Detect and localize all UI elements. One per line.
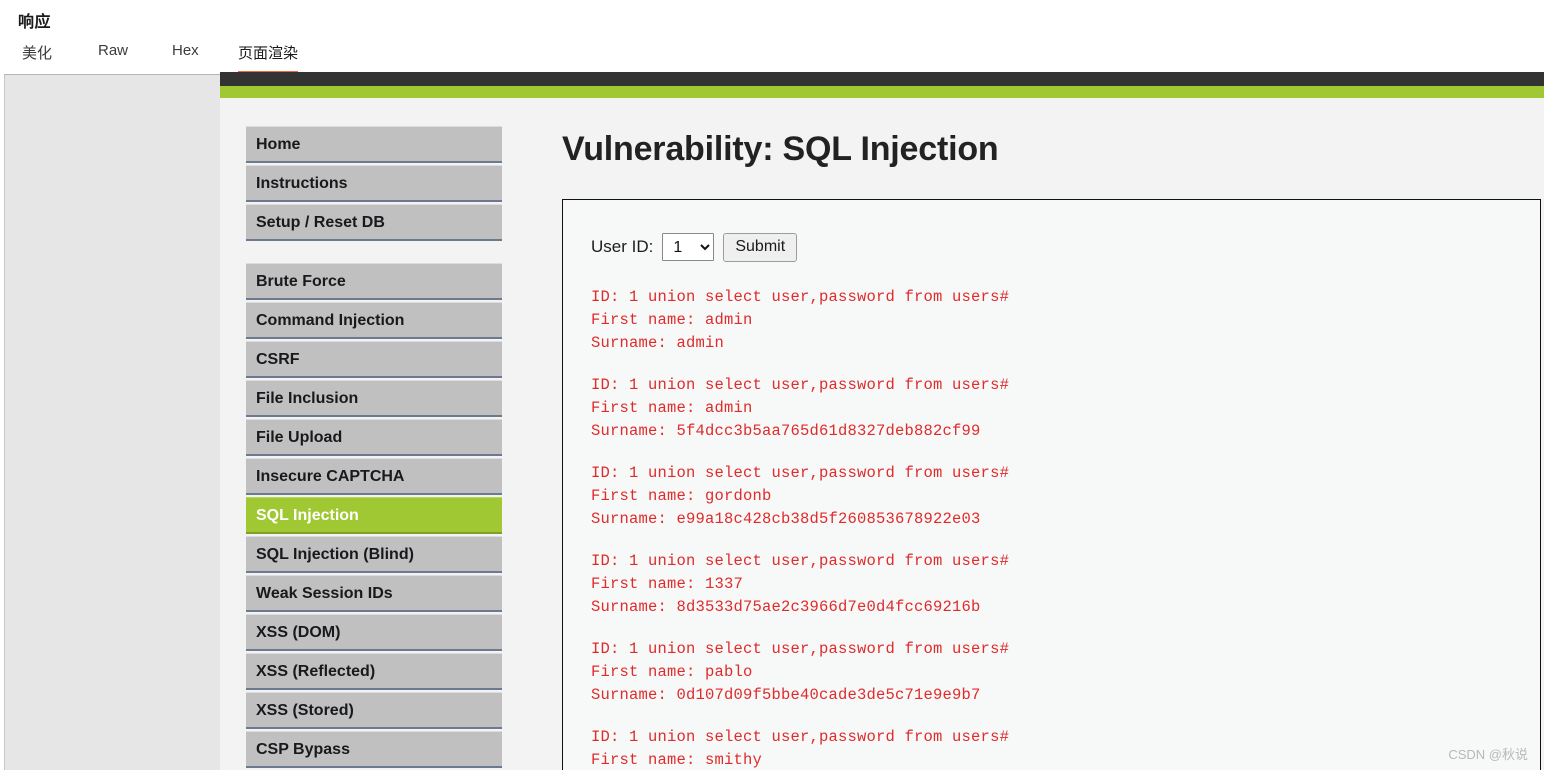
result-first-name-line: First name: admin bbox=[591, 311, 753, 329]
result-first-name-line: First name: 1337 bbox=[591, 575, 744, 593]
response-tabstrip: 美化 Raw Hex 页面渲染 bbox=[0, 42, 1544, 74]
result-id-line: ID: 1 union select user,password from us… bbox=[591, 288, 1010, 306]
result-block: ID: 1 union select user,password from us… bbox=[591, 638, 1540, 707]
menu-group-vulnerabilities: Brute Force Command Injection CSRF File … bbox=[246, 263, 502, 768]
sidebar-item-file-upload[interactable]: File Upload bbox=[246, 419, 502, 456]
user-id-select[interactable]: 12345 bbox=[662, 233, 715, 261]
sidebar-item-xss-reflected[interactable]: XSS (Reflected) bbox=[246, 653, 502, 690]
sidebar-item-insecure-captcha[interactable]: Insecure CAPTCHA bbox=[246, 458, 502, 495]
result-id-line: ID: 1 union select user,password from us… bbox=[591, 376, 1010, 394]
dvwa-header-bar bbox=[220, 72, 1544, 86]
split-area: Home Instructions Setup / Reset DB Brute… bbox=[0, 72, 1544, 773]
tab-page-render[interactable]: 页面渲染 bbox=[238, 42, 299, 74]
left-empty-pane bbox=[4, 74, 220, 773]
sidebar-item-sql-injection-blind[interactable]: SQL Injection (Blind) bbox=[246, 536, 502, 573]
result-surname-line: Surname: 8d3533d75ae2c3966d7e0d4fcc69216… bbox=[591, 598, 981, 616]
sidebar-item-brute-force[interactable]: Brute Force bbox=[246, 263, 502, 300]
sidebar-item-weak-session-ids[interactable]: Weak Session IDs bbox=[246, 575, 502, 612]
user-id-form: User ID: 12345 Submit bbox=[591, 232, 1540, 262]
sidebar-item-command-injection[interactable]: Command Injection bbox=[246, 302, 502, 339]
sidebar-item-home[interactable]: Home bbox=[246, 126, 502, 163]
result-surname-line: Surname: e99a18c428cb38d5f260853678922e0… bbox=[591, 510, 981, 528]
result-block: ID: 1 union select user,password from us… bbox=[591, 726, 1540, 773]
tab-raw[interactable]: Raw bbox=[98, 42, 128, 67]
tab-hex[interactable]: Hex bbox=[172, 42, 199, 67]
dvwa-sidebar-menu: Home Instructions Setup / Reset DB Brute… bbox=[246, 126, 502, 773]
result-id-line: ID: 1 union select user,password from us… bbox=[591, 552, 1010, 570]
result-block: ID: 1 union select user,password from us… bbox=[591, 374, 1540, 443]
tab-beautify[interactable]: 美化 bbox=[22, 42, 52, 71]
result-first-name-line: First name: admin bbox=[591, 399, 753, 417]
result-block: ID: 1 union select user,password from us… bbox=[591, 462, 1540, 531]
menu-group-main: Home Instructions Setup / Reset DB bbox=[246, 126, 502, 241]
result-id-line: ID: 1 union select user,password from us… bbox=[591, 464, 1010, 482]
submit-button[interactable]: Submit bbox=[723, 232, 798, 262]
vulnerability-panel: User ID: 12345 Submit ID: 1 union select… bbox=[562, 199, 1541, 773]
sidebar-item-setup-reset-db[interactable]: Setup / Reset DB bbox=[246, 204, 502, 241]
result-first-name-line: First name: gordonb bbox=[591, 487, 772, 505]
dvwa-accent-bar bbox=[220, 86, 1544, 98]
result-id-line: ID: 1 union select user,password from us… bbox=[591, 640, 1010, 658]
result-surname-line: Surname: 5f4dcc3b5aa765d61d8327deb882cf9… bbox=[591, 422, 981, 440]
panel-title: 响应 bbox=[18, 14, 52, 31]
sidebar-item-xss-dom[interactable]: XSS (DOM) bbox=[246, 614, 502, 651]
sidebar-item-instructions[interactable]: Instructions bbox=[246, 165, 502, 202]
result-first-name-line: First name: pablo bbox=[591, 663, 753, 681]
dvwa-main-content: Vulnerability: SQL Injection User ID: 12… bbox=[562, 98, 1544, 773]
user-id-label: User ID: bbox=[591, 237, 654, 256]
rendered-page: Home Instructions Setup / Reset DB Brute… bbox=[220, 72, 1544, 773]
result-id-line: ID: 1 union select user,password from us… bbox=[591, 728, 1010, 746]
result-block: ID: 1 union select user,password from us… bbox=[591, 286, 1540, 355]
dvwa-body: Home Instructions Setup / Reset DB Brute… bbox=[220, 98, 1544, 773]
result-surname-line: Surname: 0d107d09f5bbe40cade3de5c71e9e9b… bbox=[591, 686, 981, 704]
result-block: ID: 1 union select user,password from us… bbox=[591, 550, 1540, 619]
response-panel: 响应 美化 Raw Hex 页面渲染 bbox=[0, 0, 1544, 74]
sidebar-item-file-inclusion[interactable]: File Inclusion bbox=[246, 380, 502, 417]
sql-injection-results: ID: 1 union select user,password from us… bbox=[591, 286, 1540, 773]
result-surname-line: Surname: admin bbox=[591, 334, 725, 352]
result-first-name-line: First name: smithy bbox=[591, 751, 763, 769]
sidebar-item-xss-stored[interactable]: XSS (Stored) bbox=[246, 692, 502, 729]
page-title: Vulnerability: SQL Injection bbox=[562, 130, 999, 168]
sidebar-item-sql-injection[interactable]: SQL Injection bbox=[246, 497, 502, 534]
sidebar-item-csrf[interactable]: CSRF bbox=[246, 341, 502, 378]
sidebar-item-csp-bypass[interactable]: CSP Bypass bbox=[246, 731, 502, 768]
